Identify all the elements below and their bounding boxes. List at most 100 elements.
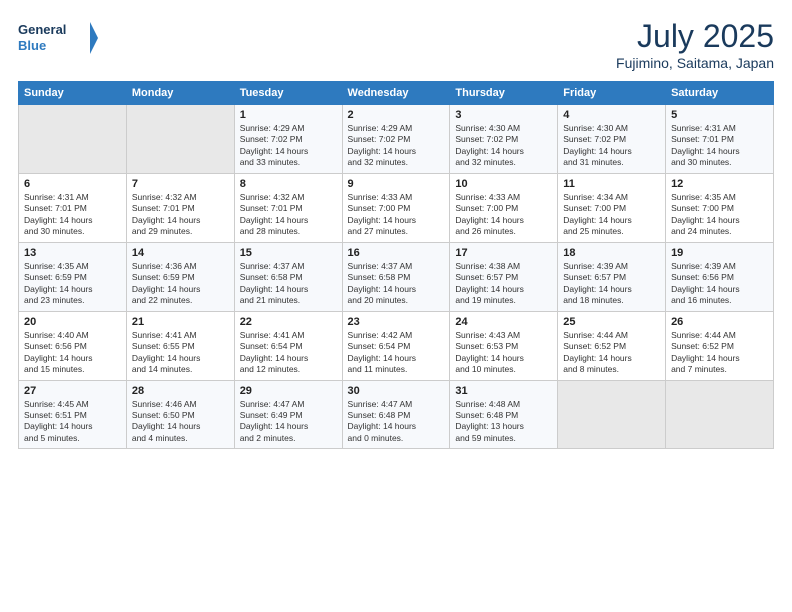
header-friday: Friday — [558, 82, 666, 105]
day-number: 9 — [348, 178, 445, 190]
day-number: 30 — [348, 385, 445, 397]
cell-info: Sunrise: 4:37 AMSunset: 6:58 PMDaylight:… — [348, 261, 445, 307]
table-cell: 25 Sunrise: 4:44 AMSunset: 6:52 PMDayligh… — [558, 311, 666, 380]
day-number: 12 — [671, 178, 768, 190]
cell-info: Sunrise: 4:38 AMSunset: 6:57 PMDaylight:… — [455, 261, 552, 307]
header-saturday: Saturday — [666, 82, 774, 105]
table-cell: 19 Sunrise: 4:39 AMSunset: 6:56 PMDayligh… — [666, 242, 774, 311]
cell-info: Sunrise: 4:29 AMSunset: 7:02 PMDaylight:… — [348, 123, 445, 169]
day-number: 28 — [132, 385, 229, 397]
header-monday: Monday — [126, 82, 234, 105]
table-cell: 11 Sunrise: 4:34 AMSunset: 7:00 PMDayligh… — [558, 173, 666, 242]
table-cell: 18 Sunrise: 4:39 AMSunset: 6:57 PMDayligh… — [558, 242, 666, 311]
cell-info: Sunrise: 4:48 AMSunset: 6:48 PMDaylight:… — [455, 399, 552, 445]
day-number: 29 — [240, 385, 337, 397]
table-cell — [558, 380, 666, 449]
table-cell: 24Sunrise: 4:43 AMSunset: 6:53 PMDayligh… — [450, 311, 558, 380]
table-cell: 12 Sunrise: 4:35 AMSunset: 7:00 PMDayligh… — [666, 173, 774, 242]
cell-info: Sunrise: 4:35 AMSunset: 6:59 PMDaylight:… — [24, 261, 121, 307]
table-cell: 5 Sunrise: 4:31 AMSunset: 7:01 PMDaylight… — [666, 105, 774, 174]
main-title: July 2025 — [616, 18, 774, 55]
day-number: 6 — [24, 178, 121, 190]
day-number: 15 — [240, 247, 337, 259]
cell-info: Sunrise: 4:47 AMSunset: 6:49 PMDaylight:… — [240, 399, 337, 445]
cell-info: Sunrise: 4:30 AMSunset: 7:02 PMDaylight:… — [455, 123, 552, 169]
svg-text:General: General — [18, 22, 66, 37]
title-block: July 2025 Fujimino, Saitama, Japan — [616, 18, 774, 71]
table-cell — [19, 105, 127, 174]
table-cell: 6Sunrise: 4:31 AMSunset: 7:01 PMDaylight… — [19, 173, 127, 242]
day-number: 11 — [563, 178, 660, 190]
day-number: 3 — [455, 109, 552, 121]
table-cell: 21 Sunrise: 4:41 AMSunset: 6:55 PMDayligh… — [126, 311, 234, 380]
cell-info: Sunrise: 4:32 AMSunset: 7:01 PMDaylight:… — [132, 192, 229, 238]
day-number: 21 — [132, 316, 229, 328]
day-number: 27 — [24, 385, 121, 397]
day-number: 31 — [455, 385, 552, 397]
day-number: 7 — [132, 178, 229, 190]
day-number: 2 — [348, 109, 445, 121]
day-number: 24 — [455, 316, 552, 328]
day-number: 16 — [348, 247, 445, 259]
cell-info: Sunrise: 4:47 AMSunset: 6:48 PMDaylight:… — [348, 399, 445, 445]
table-cell: 26Sunrise: 4:44 AMSunset: 6:52 PMDayligh… — [666, 311, 774, 380]
table-cell: 22 Sunrise: 4:41 AMSunset: 6:54 PMDayligh… — [234, 311, 342, 380]
cell-info: Sunrise: 4:39 AMSunset: 6:56 PMDaylight:… — [671, 261, 768, 307]
header-row: SundayMondayTuesdayWednesdayThursdayFrid… — [19, 82, 774, 105]
cell-info: Sunrise: 4:36 AMSunset: 6:59 PMDaylight:… — [132, 261, 229, 307]
header: General Blue July 2025 Fujimino, Saitama… — [18, 18, 774, 71]
table-cell: 13 Sunrise: 4:35 AMSunset: 6:59 PMDayligh… — [19, 242, 127, 311]
cell-info: Sunrise: 4:41 AMSunset: 6:54 PMDaylight:… — [240, 330, 337, 376]
day-number: 14 — [132, 247, 229, 259]
header-tuesday: Tuesday — [234, 82, 342, 105]
day-number: 5 — [671, 109, 768, 121]
table-cell: 31 Sunrise: 4:48 AMSunset: 6:48 PMDayligh… — [450, 380, 558, 449]
table-cell: 1Sunrise: 4:29 AMSunset: 7:02 PMDaylight… — [234, 105, 342, 174]
cell-info: Sunrise: 4:29 AMSunset: 7:02 PMDaylight:… — [240, 123, 337, 169]
calendar-page: General Blue July 2025 Fujimino, Saitama… — [0, 0, 792, 612]
cell-info: Sunrise: 4:37 AMSunset: 6:58 PMDaylight:… — [240, 261, 337, 307]
table-cell: 14 Sunrise: 4:36 AMSunset: 6:59 PMDayligh… — [126, 242, 234, 311]
table-cell: 4 Sunrise: 4:30 AMSunset: 7:02 PMDaylight… — [558, 105, 666, 174]
cell-info: Sunrise: 4:30 AMSunset: 7:02 PMDaylight:… — [563, 123, 660, 169]
day-number: 20 — [24, 316, 121, 328]
logo: General Blue — [18, 18, 98, 60]
cell-info: Sunrise: 4:31 AMSunset: 7:01 PMDaylight:… — [671, 123, 768, 169]
week-row-1: 1Sunrise: 4:29 AMSunset: 7:02 PMDaylight… — [19, 105, 774, 174]
cell-info: Sunrise: 4:35 AMSunset: 7:00 PMDaylight:… — [671, 192, 768, 238]
day-number: 13 — [24, 247, 121, 259]
header-sunday: Sunday — [19, 82, 127, 105]
cell-info: Sunrise: 4:39 AMSunset: 6:57 PMDaylight:… — [563, 261, 660, 307]
cell-info: Sunrise: 4:33 AMSunset: 7:00 PMDaylight:… — [455, 192, 552, 238]
week-row-5: 27Sunrise: 4:45 AMSunset: 6:51 PMDayligh… — [19, 380, 774, 449]
calendar-table: SundayMondayTuesdayWednesdayThursdayFrid… — [18, 81, 774, 449]
table-cell: 3 Sunrise: 4:30 AMSunset: 7:02 PMDaylight… — [450, 105, 558, 174]
cell-info: Sunrise: 4:41 AMSunset: 6:55 PMDaylight:… — [132, 330, 229, 376]
day-number: 22 — [240, 316, 337, 328]
table-cell: 16 Sunrise: 4:37 AMSunset: 6:58 PMDayligh… — [342, 242, 450, 311]
table-cell: 30 Sunrise: 4:47 AMSunset: 6:48 PMDayligh… — [342, 380, 450, 449]
table-cell: 23Sunrise: 4:42 AMSunset: 6:54 PMDayligh… — [342, 311, 450, 380]
table-cell: 28Sunrise: 4:46 AMSunset: 6:50 PMDayligh… — [126, 380, 234, 449]
day-number: 4 — [563, 109, 660, 121]
cell-info: Sunrise: 4:42 AMSunset: 6:54 PMDaylight:… — [348, 330, 445, 376]
table-cell — [666, 380, 774, 449]
cell-info: Sunrise: 4:44 AMSunset: 6:52 PMDaylight:… — [563, 330, 660, 376]
table-cell — [126, 105, 234, 174]
day-number: 25 — [563, 316, 660, 328]
day-number: 8 — [240, 178, 337, 190]
header-thursday: Thursday — [450, 82, 558, 105]
table-cell: 2 Sunrise: 4:29 AMSunset: 7:02 PMDaylight… — [342, 105, 450, 174]
day-number: 18 — [563, 247, 660, 259]
day-number: 17 — [455, 247, 552, 259]
week-row-4: 20 Sunrise: 4:40 AMSunset: 6:56 PMDayligh… — [19, 311, 774, 380]
table-cell: 27Sunrise: 4:45 AMSunset: 6:51 PMDayligh… — [19, 380, 127, 449]
day-number: 19 — [671, 247, 768, 259]
cell-info: Sunrise: 4:34 AMSunset: 7:00 PMDaylight:… — [563, 192, 660, 238]
table-cell: 9Sunrise: 4:33 AMSunset: 7:00 PMDaylight… — [342, 173, 450, 242]
table-cell: 17 Sunrise: 4:38 AMSunset: 6:57 PMDayligh… — [450, 242, 558, 311]
cell-info: Sunrise: 4:32 AMSunset: 7:01 PMDaylight:… — [240, 192, 337, 238]
cell-info: Sunrise: 4:40 AMSunset: 6:56 PMDaylight:… — [24, 330, 121, 376]
subtitle: Fujimino, Saitama, Japan — [616, 55, 774, 71]
table-cell: 15 Sunrise: 4:37 AMSunset: 6:58 PMDayligh… — [234, 242, 342, 311]
